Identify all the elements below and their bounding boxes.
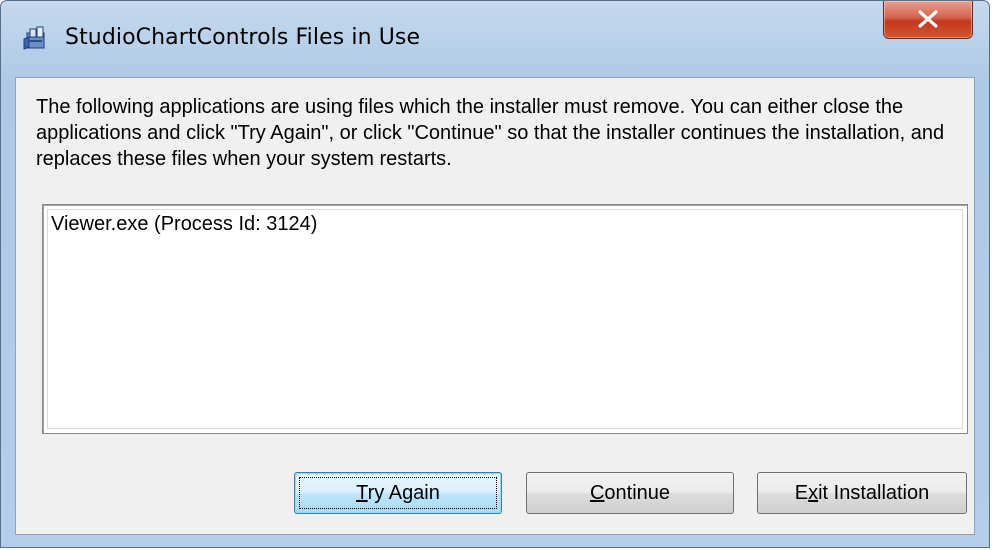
try-again-label-rest: ry Again — [367, 482, 440, 504]
dialog-window: StudioChartControls Files in Use The fol… — [0, 0, 990, 548]
info-message: The following applications are using fil… — [36, 96, 945, 170]
continue-access-key: C — [589, 482, 605, 504]
installer-package-icon — [23, 25, 49, 51]
process-list[interactable]: Viewer.exe (Process Id: 3124) — [42, 204, 968, 434]
exit-installation-button[interactable]: Exit Installation — [757, 472, 967, 514]
continue-label: Continue — [590, 482, 670, 504]
try-again-access-key: T — [356, 482, 368, 504]
dialog-body: The following applications are using fil… — [15, 77, 975, 535]
close-icon — [918, 10, 938, 28]
window-title: StudioChartControls Files in Use — [65, 25, 421, 50]
process-list-inner — [47, 209, 963, 429]
continue-button[interactable]: Continue — [526, 472, 734, 514]
exit-access-key: x — [808, 482, 819, 504]
exit-label-rest: it Installation — [818, 482, 930, 504]
title-bar[interactable]: StudioChartControls Files in Use — [1, 1, 989, 77]
try-again-label: Try Again — [356, 482, 440, 504]
close-button[interactable] — [883, 1, 973, 39]
exit-label-pre: E — [794, 482, 809, 504]
list-item[interactable]: Viewer.exe (Process Id: 3124) — [51, 213, 317, 236]
try-again-button[interactable]: Try Again — [294, 472, 502, 514]
exit-label: Exit Installation — [795, 482, 930, 504]
continue-label-rest: ontinue — [604, 482, 671, 504]
